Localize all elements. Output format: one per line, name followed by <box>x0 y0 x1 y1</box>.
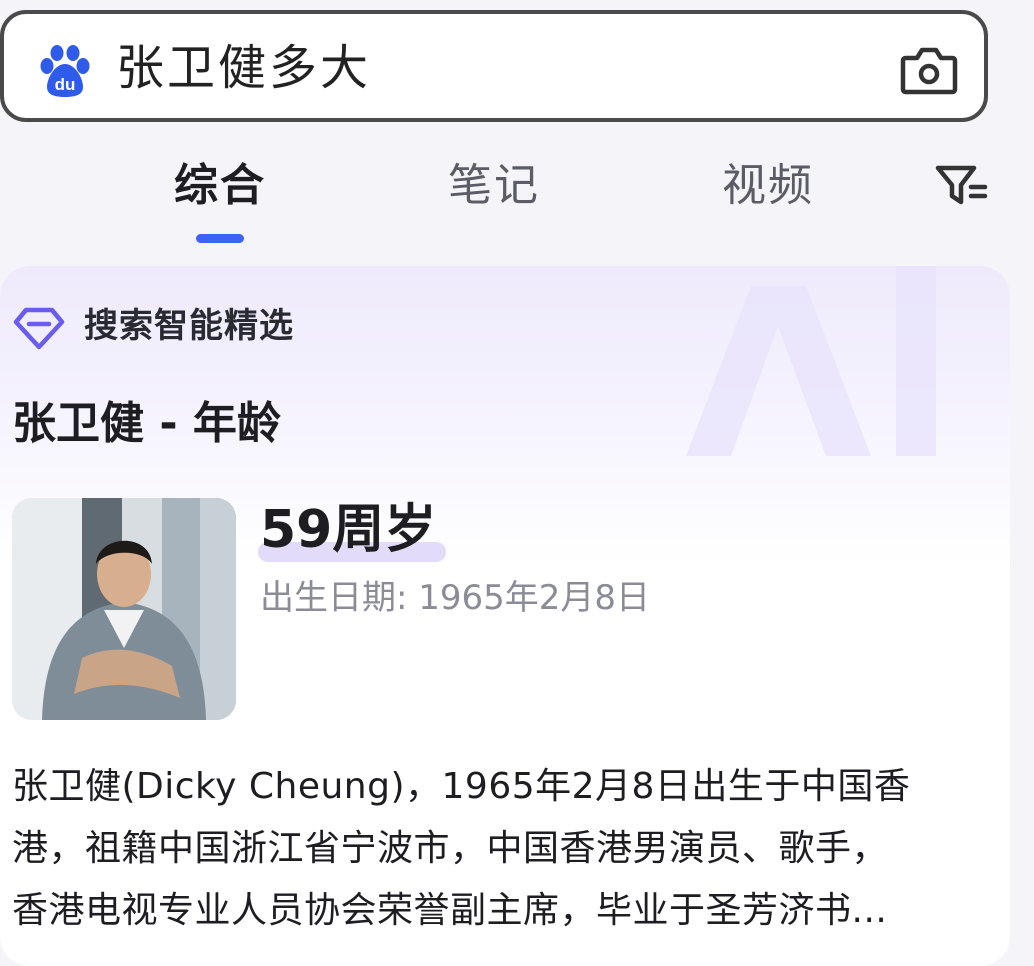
age-value: 59周岁 <box>260 500 437 560</box>
active-tab-indicator <box>196 234 244 243</box>
camera-icon[interactable] <box>900 44 958 96</box>
baidu-logo-icon: du <box>40 45 90 97</box>
diamond-icon <box>13 307 65 350</box>
tab-notes[interactable]: 笔记 <box>448 158 540 214</box>
person-photo[interactable] <box>12 498 236 720</box>
svg-text:du: du <box>55 75 76 94</box>
summary-text[interactable]: 张卫健(Dicky Cheung)，1965年2月8日出生于中国香 港，祖籍中国… <box>12 756 952 942</box>
tab-comprehensive[interactable]: 综合 <box>174 158 266 214</box>
search-input[interactable]: 张卫健多大 <box>116 38 371 98</box>
summary-line: 香港电视专业人员协会荣誉副主席，毕业于圣芳济书... <box>12 890 888 931</box>
ai-label: 搜索智能精选 <box>84 306 294 346</box>
tab-videos[interactable]: 视频 <box>722 158 814 214</box>
summary-line: 张卫健(Dicky Cheung)，1965年2月8日出生于中国香 <box>12 766 911 807</box>
birth-date: 出生日期: 1965年2月8日 <box>260 578 651 618</box>
ai-watermark-icon <box>686 266 936 456</box>
filter-icon[interactable] <box>934 163 988 207</box>
ai-answer-card: 搜索智能精选 张卫健 - 年龄 59周岁 出生日期: 1965年2月8日 张卫健… <box>0 266 1010 966</box>
summary-line: 港，祖籍中国浙江省宁波市，中国香港男演员、歌手， <box>12 828 889 869</box>
answer-title[interactable]: 张卫健 - 年龄 <box>12 396 281 452</box>
search-bar[interactable]: du 张卫健多大 <box>0 10 988 122</box>
